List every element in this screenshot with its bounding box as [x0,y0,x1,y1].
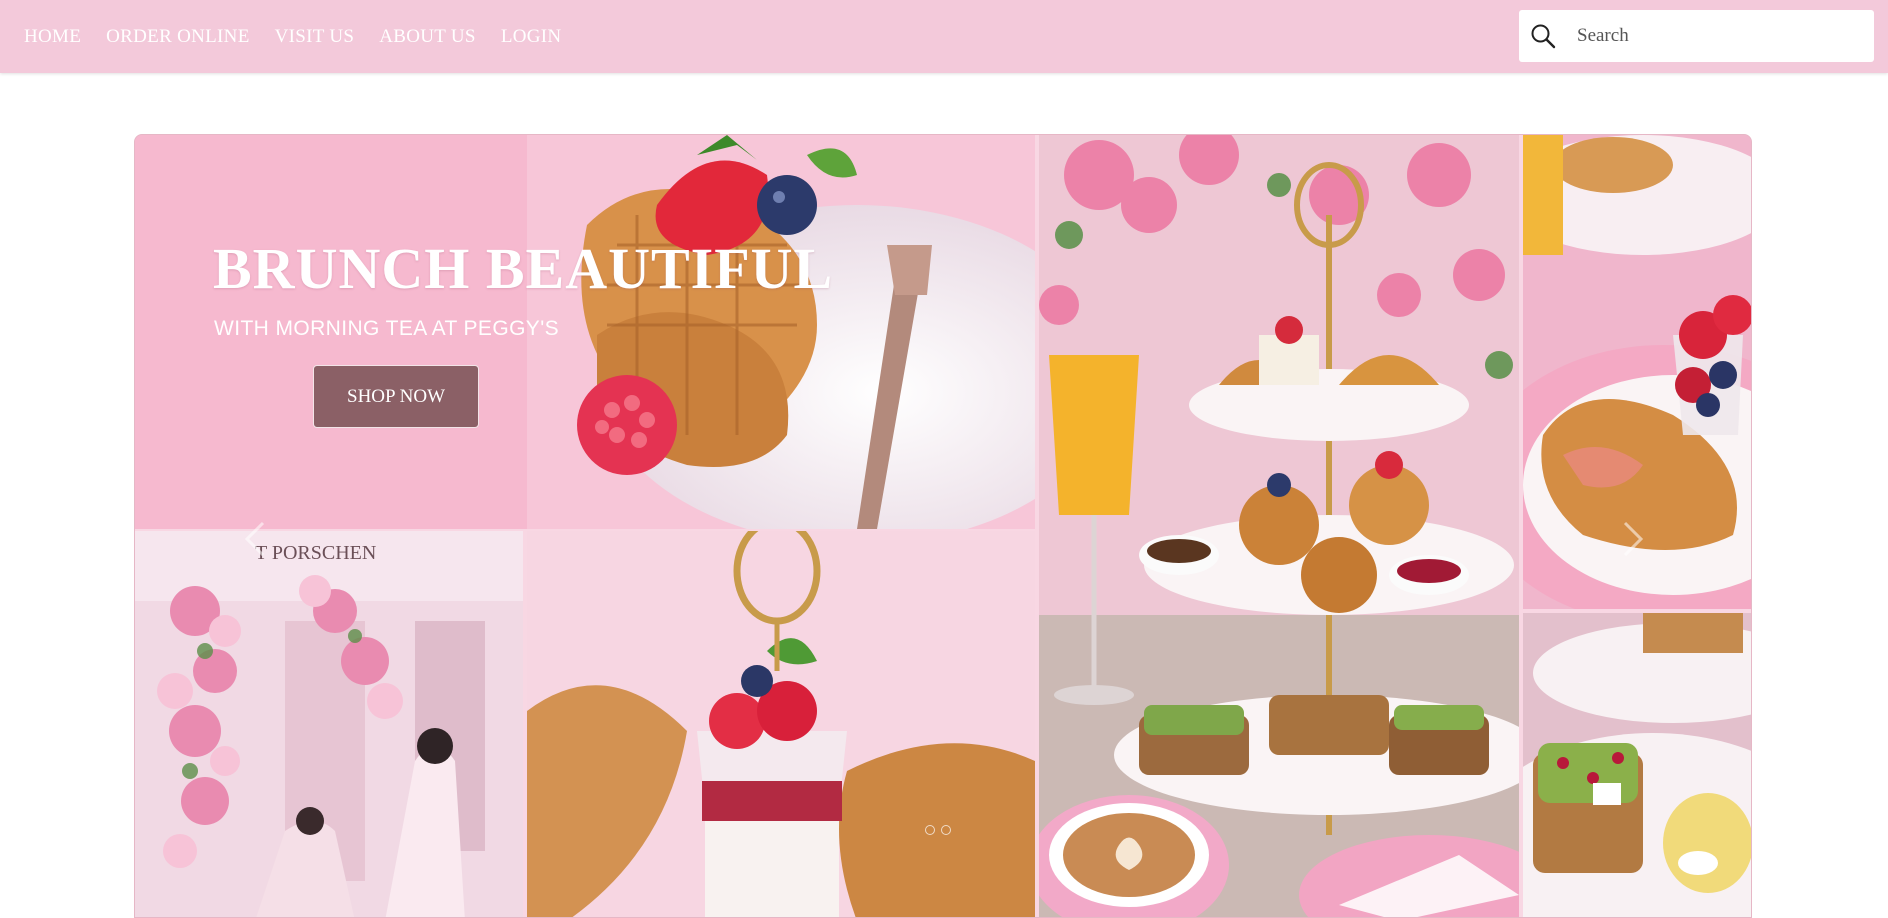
hero-carousel: T PORSCHEN BRUNCH BEAUTIFUL WITH MORNING… [134,134,1752,918]
top-navbar: HOME ORDER ONLINE VISIT US ABOUT US LOGI… [0,0,1888,73]
tile-separator [1523,609,1751,613]
carousel-indicator[interactable] [925,825,935,835]
nav-item-about-us[interactable]: ABOUT US [379,26,476,48]
shopfront-photo: T PORSCHEN [135,531,523,917]
tile-separator [523,531,527,917]
nav-item-order-online[interactable]: ORDER ONLINE [106,26,249,48]
shop-now-button[interactable]: SHOP NOW [313,365,479,428]
tile-separator [1035,135,1039,917]
waffle-photo [527,135,1035,529]
nav-menu: HOME ORDER ONLINE VISIT US ABOUT US LOGI… [24,0,586,73]
tile-separator [135,529,1035,531]
hero-title: BRUNCH BEAUTIFUL [213,236,834,301]
nav-item-login[interactable]: LOGIN [501,26,562,48]
hero-subtitle: WITH MORNING TEA AT PEGGY'S [214,317,560,340]
carousel-prev-arrow-icon[interactable] [241,519,269,559]
carousel-indicator[interactable] [941,825,951,835]
carousel-next-arrow-icon[interactable] [1619,519,1647,559]
search-icon[interactable] [1519,10,1567,62]
svg-text:T PORSCHEN: T PORSCHEN [255,542,376,564]
search-input[interactable] [1567,11,1857,61]
search-box [1519,10,1874,62]
parfait-photo [527,531,1035,917]
nav-item-visit-us[interactable]: VISIT US [275,26,355,48]
tile-separator [1519,135,1523,917]
nav-item-home[interactable]: HOME [24,26,81,48]
tea-tier-photo [1039,135,1519,917]
avocado-toast-photo [1523,613,1751,917]
